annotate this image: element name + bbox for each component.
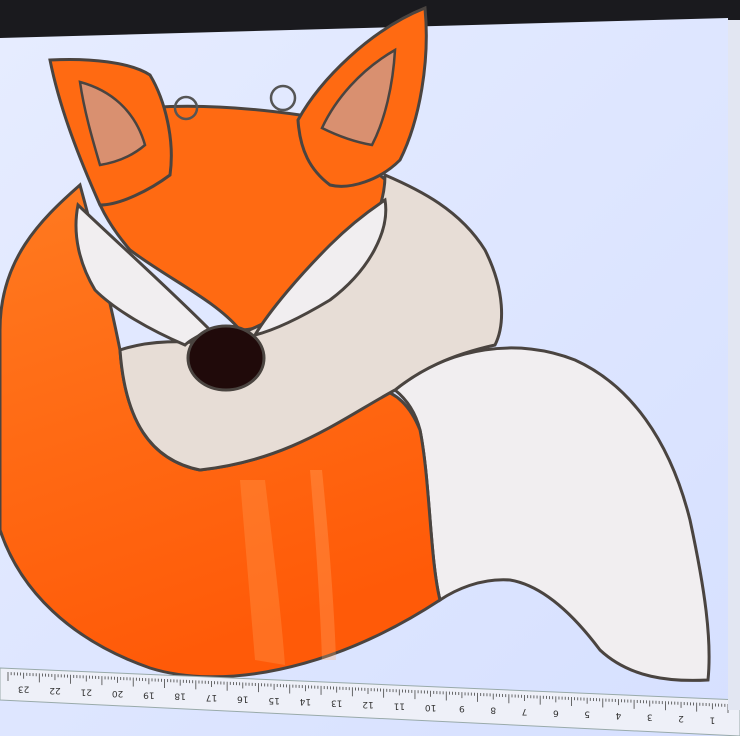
ruler-label: 3 [647,712,653,722]
ruler-label: 1 [709,714,715,724]
ruler-label: 12 [362,699,373,709]
ruler-label: 4 [615,710,621,720]
ruler-label: 6 [553,707,559,717]
ruler-label: 20 [112,688,124,698]
ruler-label: 8 [490,705,496,715]
ruler-label: 16 [237,693,249,703]
ruler-label: 22 [49,685,60,695]
ruler-label: 19 [143,689,155,699]
ruler-label: 10 [425,702,437,712]
ruler-label: 18 [174,691,186,701]
ruler-label: 2 [678,713,684,723]
nose-glass [186,324,266,392]
ruler-label: 15 [268,695,279,705]
ruler-label: 23 [18,684,29,694]
ruler-label: 7 [522,706,528,716]
side-ruler [728,20,740,710]
ruler-label: 13 [331,698,342,708]
ruler-label: 5 [584,709,590,719]
ruler-label: 14 [299,696,311,706]
stained-glass-fox-photo: 23 22 21 20 19 18 17 16 15 14 13 12 11 10 9 8 7 6 5 4 3 2 1 [0,5,740,736]
ruler-label: 9 [459,703,465,713]
ruler-label: 17 [206,692,217,702]
ruler-label: 11 [394,700,405,710]
ruler-label: 21 [81,686,92,696]
